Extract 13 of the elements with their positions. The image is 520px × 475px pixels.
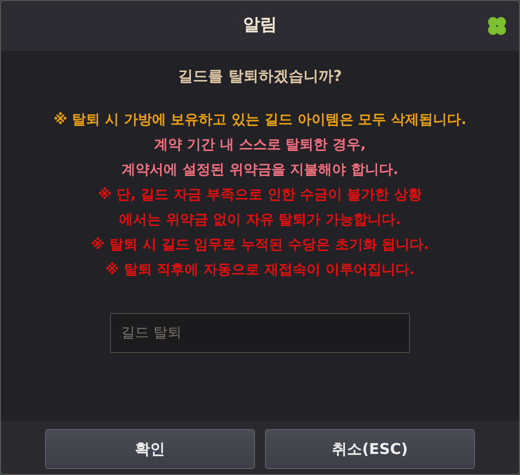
notice-text: 계약서에 설정된 위약금을 지불해야 합니다. xyxy=(122,160,398,180)
notice-text: ※ 탈퇴 시 가방에 보유하고 있는 길드 아이템은 모두 삭제됩니다. xyxy=(54,110,466,130)
window-title: 알림 xyxy=(243,14,277,38)
notice-text: ※ 단, 길드 자금 부족으로 인한 수금이 불가한 상황 xyxy=(98,186,422,204)
question-text: 길드를 탈퇴하겠습니까? xyxy=(178,66,342,87)
notice-text: ※ 탈퇴 시 길드 임무로 누적된 수당은 초기화 됩니다. xyxy=(91,236,429,254)
clover-icon xyxy=(485,14,509,38)
confirm-input-field[interactable]: 길드 탈퇴 xyxy=(110,312,410,352)
notice-text: 계약 기간 내 스스로 탈퇴한 경우, xyxy=(154,136,366,154)
notice-text: ※ 탈퇴 직후에 자동으로 재접속이 이루어집니다. xyxy=(105,260,415,280)
cancel-button[interactable]: 취소(ESC) xyxy=(265,429,475,469)
confirm-button[interactable]: 확인 xyxy=(45,429,255,469)
notice-text: 에서는 위약금 없이 자유 탈퇴가 가능합니다. xyxy=(119,210,401,230)
